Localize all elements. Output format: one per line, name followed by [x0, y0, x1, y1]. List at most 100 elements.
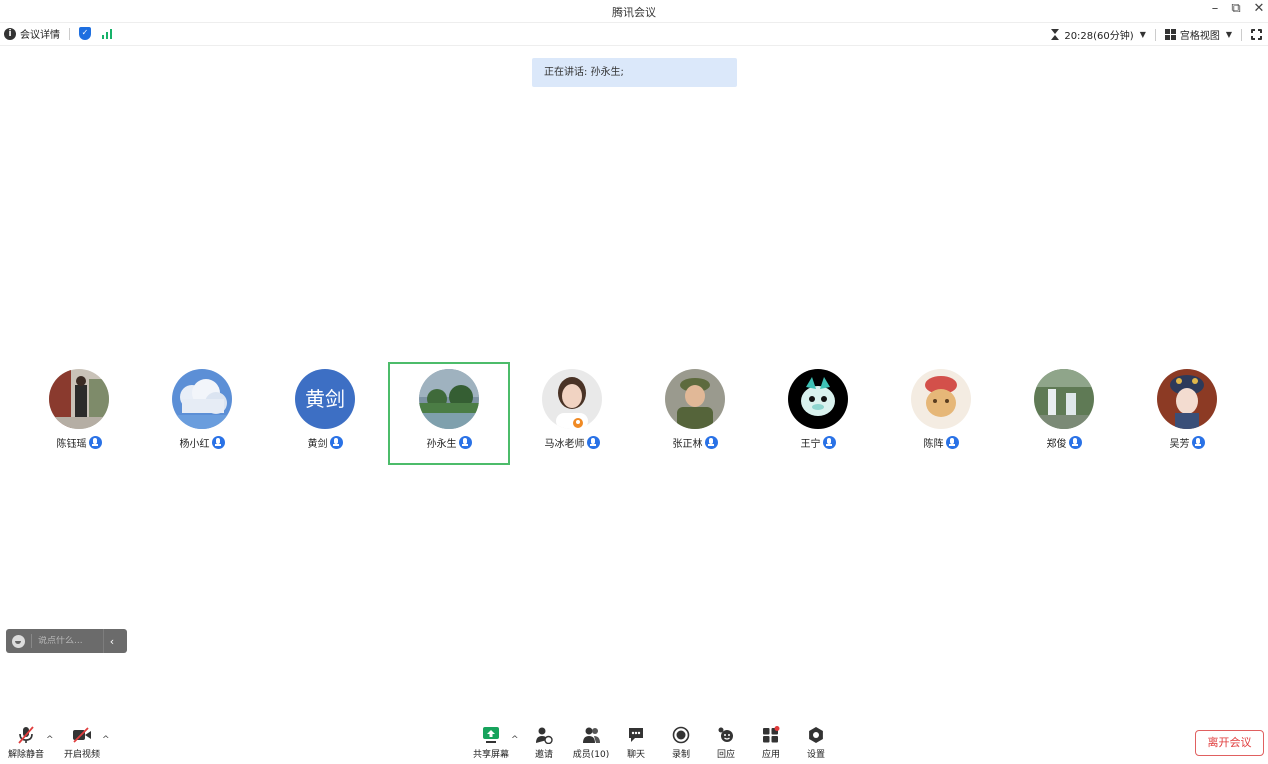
- invite-label: 邀请: [534, 750, 553, 760]
- record-icon: [665, 724, 697, 746]
- participant-tile[interactable]: 郑俊: [1003, 362, 1125, 465]
- start-video-label: 开启视频: [63, 750, 100, 760]
- mic-icon: [329, 436, 343, 449]
- avatar: [172, 369, 232, 429]
- share-screen-label: 共享屏幕: [472, 750, 509, 760]
- grid-view-icon: [1164, 29, 1176, 40]
- video-off-icon: [60, 724, 104, 746]
- active-speaker-tile[interactable]: 孙永生: [388, 362, 510, 465]
- participant-name: 杨小红: [179, 439, 210, 450]
- participant-name: 孙永生: [426, 439, 457, 450]
- invite-button[interactable]: 邀请: [528, 724, 560, 760]
- timer-dropdown-icon[interactable]: ▼: [1140, 30, 1146, 39]
- close-icon[interactable]: ✕: [1248, 1, 1268, 19]
- participant-gallery: 陈钰瑶 杨小红 黄剑 黄剑 孙永生 马冰老师 张正林 王宁 陈阵 郑俊 吴芳: [18, 362, 1258, 466]
- share-screen-button[interactable]: 共享屏幕: [470, 724, 512, 760]
- divider: [1154, 28, 1156, 41]
- participant-tile[interactable]: 陈钰瑶: [18, 362, 140, 465]
- mic-icon: [211, 436, 225, 449]
- unmute-button[interactable]: 解除静音: [4, 724, 48, 760]
- minimize-icon[interactable]: –: [1204, 1, 1226, 19]
- avatar: [911, 369, 971, 429]
- mic-icon: [458, 436, 472, 449]
- hourglass-icon: [1051, 29, 1060, 40]
- mic-icon: [586, 436, 600, 449]
- speaking-indicator: 正在讲话: 孙永生;: [532, 58, 737, 87]
- mic-icon: [1068, 436, 1082, 449]
- participant-name: 陈阵: [923, 439, 944, 450]
- members-button[interactable]: 成员(10): [570, 724, 612, 760]
- settings-label: 设置: [806, 750, 825, 760]
- members-icon: [570, 724, 612, 746]
- chat-label: 聊天: [626, 750, 645, 760]
- avatar: [419, 369, 479, 429]
- view-mode-button[interactable]: 宫格视图: [1180, 27, 1220, 42]
- view-dropdown-icon[interactable]: ▼: [1226, 30, 1232, 39]
- participant-tile[interactable]: 马冰老师: [511, 362, 633, 465]
- chat-input-box: ‹: [6, 629, 127, 653]
- mic-icon: [704, 436, 718, 449]
- participant-tile[interactable]: 吴芳: [1126, 362, 1248, 465]
- chat-button[interactable]: 聊天: [620, 724, 652, 760]
- share-screen-icon: [470, 724, 512, 746]
- avatar-initials: 黄剑: [305, 387, 345, 411]
- mic-icon: [822, 436, 836, 449]
- divider: [69, 27, 70, 40]
- share-options-icon[interactable]: ^: [511, 735, 519, 745]
- restore-icon[interactable]: ⧉: [1225, 1, 1247, 19]
- emoji-icon[interactable]: [12, 634, 25, 648]
- title-bar: 腾讯会议 – ⧉ ✕: [0, 0, 1268, 22]
- participant-tile[interactable]: 王宁: [757, 362, 879, 465]
- meeting-details-link[interactable]: 会议详情: [20, 26, 60, 41]
- avatar: [1034, 369, 1094, 429]
- unmute-label: 解除静音: [7, 750, 44, 760]
- video-options-icon[interactable]: ^: [102, 735, 110, 745]
- record-label: 录制: [671, 750, 690, 760]
- participant-name: 马冰老师: [544, 439, 585, 450]
- security-shield-icon[interactable]: ✓: [79, 27, 91, 40]
- divider: [1241, 28, 1242, 41]
- chat-icon: [620, 724, 652, 746]
- members-label: 成员(10): [572, 750, 610, 760]
- record-button[interactable]: 录制: [665, 724, 697, 760]
- avatar: 黄剑: [295, 369, 355, 429]
- meeting-timer[interactable]: 20:28(60分钟): [1064, 27, 1133, 42]
- host-badge-icon: [571, 416, 585, 430]
- chat-input[interactable]: [38, 636, 98, 646]
- window-title: 腾讯会议: [612, 6, 656, 19]
- start-video-button[interactable]: 开启视频: [60, 724, 104, 760]
- muted-mic-icon: [4, 724, 48, 746]
- settings-button[interactable]: 设置: [800, 724, 832, 760]
- info-icon[interactable]: i: [4, 27, 16, 40]
- collapse-chat-icon[interactable]: ‹: [104, 635, 120, 648]
- participant-tile[interactable]: 杨小红: [141, 362, 263, 465]
- fullscreen-icon[interactable]: [1250, 28, 1263, 41]
- divider: [31, 634, 32, 648]
- participant-tile[interactable]: 张正林: [634, 362, 756, 465]
- reaction-hand-icon: [710, 724, 742, 746]
- leave-meeting-button[interactable]: 离开会议: [1195, 730, 1264, 756]
- mic-icon: [88, 436, 102, 449]
- invite-icon: [528, 724, 560, 746]
- reactions-label: 回应: [716, 750, 735, 760]
- reactions-button[interactable]: 回应: [710, 724, 742, 760]
- avatar: [788, 369, 848, 429]
- participant-tile[interactable]: 黄剑 黄剑: [264, 362, 386, 465]
- meeting-window: 腾讯会议 – ⧉ ✕ i 会议详情 ✓ 20:28(60分钟) ▼ 宫格视图 ▼…: [0, 0, 1268, 764]
- gear-icon: [800, 724, 832, 746]
- network-signal-icon[interactable]: [102, 28, 112, 39]
- avatar: [1157, 369, 1217, 429]
- participant-name: 陈钰瑶: [56, 439, 87, 450]
- mic-icon: [945, 436, 959, 449]
- avatar: [665, 369, 725, 429]
- apps-icon: [755, 724, 787, 746]
- avatar: [49, 369, 109, 429]
- participant-tile[interactable]: 陈阵: [880, 362, 1002, 465]
- participant-name: 王宁: [800, 439, 821, 450]
- participant-name: 吴芳: [1169, 439, 1190, 450]
- audio-options-icon[interactable]: ^: [46, 735, 54, 745]
- participant-name: 张正林: [672, 439, 703, 450]
- participant-name: 郑俊: [1046, 439, 1067, 450]
- info-bar: i 会议详情 ✓ 20:28(60分钟) ▼ 宫格视图 ▼: [0, 22, 1268, 46]
- apps-button[interactable]: 应用: [755, 724, 787, 760]
